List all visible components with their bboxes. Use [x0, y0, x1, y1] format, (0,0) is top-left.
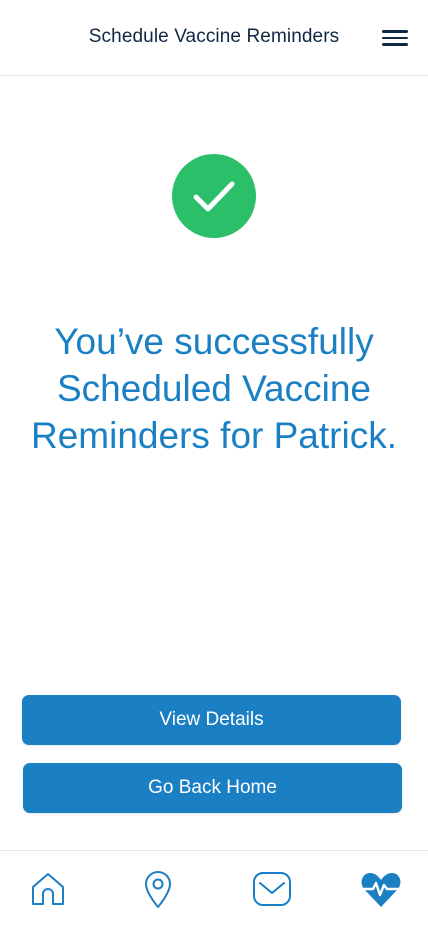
- go-back-home-button[interactable]: Go Back Home: [23, 763, 402, 813]
- app-header: Schedule Vaccine Reminders: [0, 0, 428, 76]
- bottom-tab-bar: [0, 850, 428, 926]
- tab-health[interactable]: [359, 867, 403, 911]
- success-message: You’ve successfully Scheduled Vaccine Re…: [31, 321, 397, 456]
- tab-home[interactable]: [26, 867, 70, 911]
- location-pin-icon: [145, 871, 171, 908]
- view-details-button[interactable]: View Details: [22, 695, 401, 745]
- heart-pulse-icon: [359, 873, 403, 907]
- page-title: Schedule Vaccine Reminders: [88, 26, 340, 47]
- home-icon: [32, 873, 64, 905]
- tab-messages[interactable]: [250, 867, 294, 911]
- mail-icon: [253, 872, 291, 906]
- checkmark-circle-icon: [172, 154, 256, 238]
- hamburger-menu-icon[interactable]: [382, 28, 408, 48]
- tab-location[interactable]: [136, 867, 180, 911]
